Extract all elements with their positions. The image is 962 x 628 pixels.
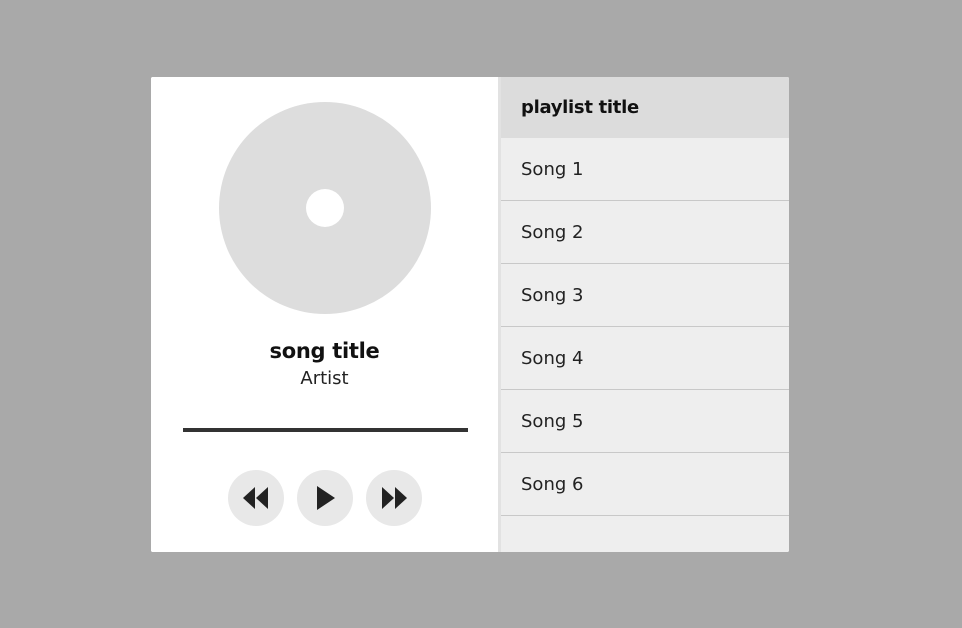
now-playing-panel: song title Artist: [151, 77, 498, 552]
playlist-title: playlist title: [501, 77, 789, 138]
song-title: song title: [269, 339, 380, 363]
song-item[interactable]: Song 4: [501, 327, 789, 390]
song-list: Song 1 Song 2 Song 3 Song 4 Song 5 Song 6: [501, 138, 789, 516]
play-icon: [317, 486, 335, 510]
play-button[interactable]: [297, 470, 353, 526]
song-item[interactable]: Song 3: [501, 264, 789, 327]
progress-fill: [183, 428, 468, 432]
progress-bar[interactable]: [183, 428, 468, 432]
playlist-panel: playlist title Song 1 Song 2 Song 3 Song 4S…: [501, 77, 789, 552]
rewind-button[interactable]: [228, 470, 284, 526]
song-item[interactable]: Song 5: [501, 390, 789, 453]
fast-forward-button[interactable]: [366, 470, 422, 526]
disc-center-hole: [306, 189, 344, 227]
album-disc-icon: [219, 102, 431, 314]
artist-name: Artist: [300, 368, 349, 389]
song-item[interactable]: Song 6: [501, 453, 789, 516]
song-item[interactable]: Song 1: [501, 138, 789, 201]
rewind-icon: [243, 487, 268, 509]
fast-forward-icon: [382, 487, 407, 509]
song-item[interactable]: Song 2: [501, 201, 789, 264]
music-player: song title Artist playlist title Song 1S…: [151, 77, 789, 552]
